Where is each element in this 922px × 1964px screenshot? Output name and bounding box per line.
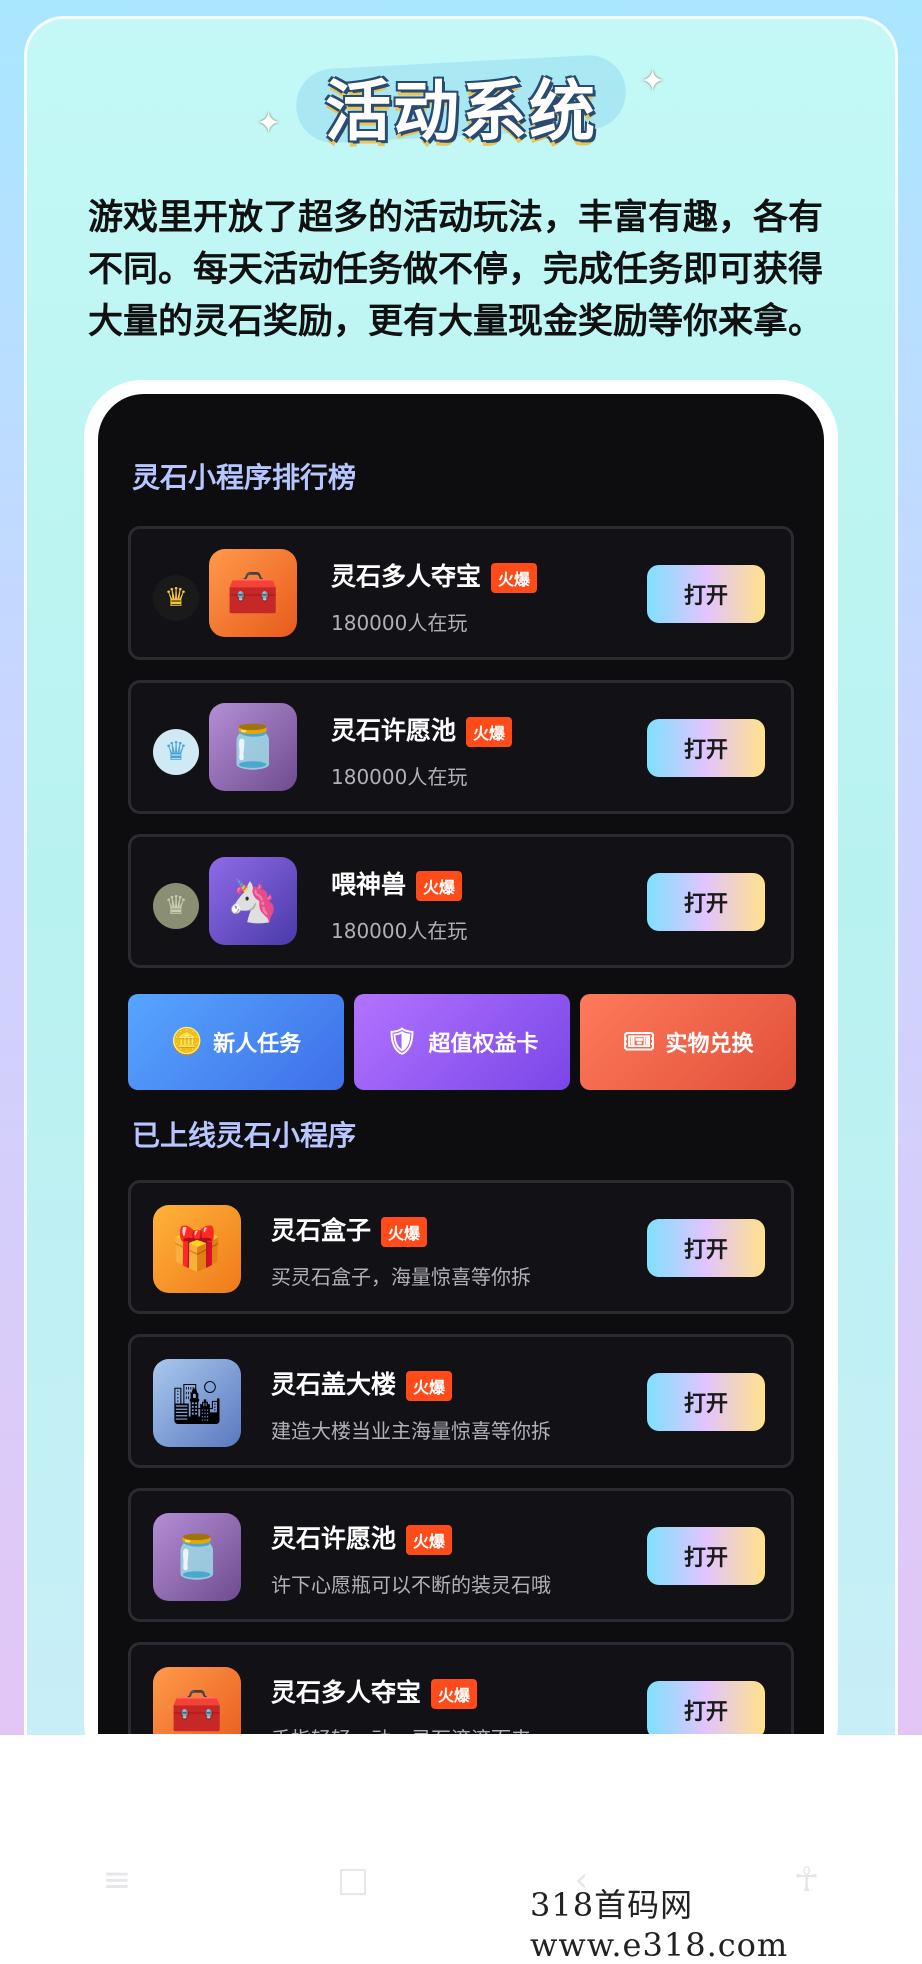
online-item-desc: 买灵石盒子，海量惊喜等你拆 xyxy=(271,1265,531,1289)
wish-jar-icon: 🫙 xyxy=(209,703,297,791)
online-item-desc: 手指轻轻一动，灵石滚滚而来 xyxy=(271,1723,531,1734)
new-user-task-button[interactable]: 🪙 新人任务 xyxy=(128,994,344,1090)
treasure-chest-icon: 🧰 xyxy=(209,549,297,637)
online-item-label: 灵石多人夺宝 xyxy=(271,1678,422,1707)
bronze-crown-icon: ♛ xyxy=(153,883,199,929)
open-button[interactable]: 打开 xyxy=(647,565,765,623)
online-item-label: 灵石许愿池 xyxy=(271,1524,397,1553)
promo-label: 实物兑换 xyxy=(665,1032,754,1057)
ranking-item-name: 灵石许愿池 火爆 xyxy=(331,711,513,747)
online-row[interactable]: 🎁 灵石盒子 火爆 买灵石盒子，海量惊喜等你拆 打开 xyxy=(128,1180,794,1314)
ranking-item-label: 灵石许愿池 xyxy=(331,716,457,745)
buildings-icon: 🏙 xyxy=(153,1359,241,1447)
promo-label: 超值权益卡 xyxy=(428,1032,539,1057)
open-button[interactable]: 打开 xyxy=(647,873,765,931)
watermark: 318首码网 www.e318.com xyxy=(530,1886,789,1964)
shield-card-icon: 🛡 xyxy=(385,1027,419,1057)
ranking-item-label: 灵石多人夺宝 xyxy=(331,562,482,591)
online-item-name: 灵石多人夺宝 火爆 xyxy=(271,1673,478,1709)
hot-badge: 火爆 xyxy=(431,1679,478,1709)
online-section-title: 已上线灵石小程序 xyxy=(132,1119,357,1152)
treasure-chest-icon: 🧰 xyxy=(153,1667,241,1734)
hot-badge: 火爆 xyxy=(406,1525,453,1555)
online-item-desc: 许下心愿瓶可以不断的装灵石哦 xyxy=(271,1573,551,1597)
open-button[interactable]: 打开 xyxy=(647,1219,765,1277)
hot-badge: 火爆 xyxy=(381,1217,428,1247)
title-banner: ✦ ✦ 活动系统 xyxy=(0,48,922,158)
ranking-row[interactable]: ♛ 🧰 灵石多人夺宝 火爆 180000人在玩 打开 xyxy=(128,526,794,660)
phone-screen: 灵石小程序排行榜 ♛ 🧰 灵石多人夺宝 火爆 180000人在玩 打开 ♛ 🫙 灵… xyxy=(98,394,824,1734)
intro-paragraph: 游戏里开放了超多的活动玩法，丰富有趣，各有不同。每天活动任务做不停，完成任务即可… xyxy=(88,197,824,342)
home-icon[interactable]: □ xyxy=(337,1860,369,1900)
gold-crown-icon: ♛ xyxy=(153,575,199,621)
ranking-section-title: 灵石小程序排行榜 xyxy=(132,461,357,494)
ranking-row[interactable]: ♛ 🫙 灵石许愿池 火爆 180000人在玩 打开 xyxy=(128,680,794,814)
ranking-item-name: 灵石多人夺宝 火爆 xyxy=(331,557,538,593)
online-row[interactable]: 🫙 灵石许愿池 火爆 许下心愿瓶可以不断的装灵石哦 打开 xyxy=(128,1488,794,1622)
online-item-name: 灵石盖大楼 火爆 xyxy=(271,1365,453,1401)
page-title: 活动系统 xyxy=(325,73,597,150)
ticket-icon: 🎟 xyxy=(622,1027,656,1057)
online-item-label: 灵石盒子 xyxy=(271,1216,372,1245)
ranking-item-label: 喂神兽 xyxy=(331,870,407,899)
hot-badge: 火爆 xyxy=(416,871,463,901)
open-button[interactable]: 打开 xyxy=(647,1527,765,1585)
ranking-item-name: 喂神兽 火爆 xyxy=(331,865,463,901)
online-row[interactable]: 🧰 灵石多人夺宝火爆 手指轻轻一动，灵石滚滚而来 打开 xyxy=(128,1642,794,1734)
hot-badge: 火爆 xyxy=(406,1371,453,1401)
silver-crown-icon: ♛ xyxy=(153,729,199,775)
open-button[interactable]: 打开 xyxy=(647,1373,765,1431)
hot-badge: 火爆 xyxy=(466,717,513,747)
coin-stack-icon: 🪙 xyxy=(170,1027,204,1057)
online-item-name: 灵石盒子 火爆 xyxy=(271,1211,428,1247)
item-exchange-button[interactable]: 🎟 实物兑换 xyxy=(580,994,796,1090)
open-button[interactable]: 打开 xyxy=(647,719,765,777)
online-item-name: 灵石许愿池 火爆 xyxy=(271,1519,453,1555)
player-count: 180000人在玩 xyxy=(331,611,468,635)
wish-jar-icon: 🫙 xyxy=(153,1513,241,1601)
unicorn-icon: 🦄 xyxy=(209,857,297,945)
online-item-desc: 建造大楼当业主海量惊喜等你拆 xyxy=(271,1419,551,1443)
online-item-label: 灵石盖大楼 xyxy=(271,1370,397,1399)
promo-label: 新人任务 xyxy=(213,1032,302,1057)
value-card-button[interactable]: 🛡 超值权益卡 xyxy=(354,994,570,1090)
player-count: 180000人在玩 xyxy=(331,765,468,789)
menu-icon[interactable]: ≡ xyxy=(103,1860,132,1900)
open-button[interactable]: 打开 xyxy=(647,1681,765,1734)
gift-box-icon: 🎁 xyxy=(153,1205,241,1293)
online-row[interactable]: 🏙 灵石盖大楼 火爆 建造大楼当业主海量惊喜等你拆 打开 xyxy=(128,1334,794,1468)
player-count: 180000人在玩 xyxy=(331,919,468,943)
hot-badge: 火爆 xyxy=(491,563,538,593)
ranking-row[interactable]: ♛ 🦄 喂神兽 火爆 180000人在玩 打开 xyxy=(128,834,794,968)
